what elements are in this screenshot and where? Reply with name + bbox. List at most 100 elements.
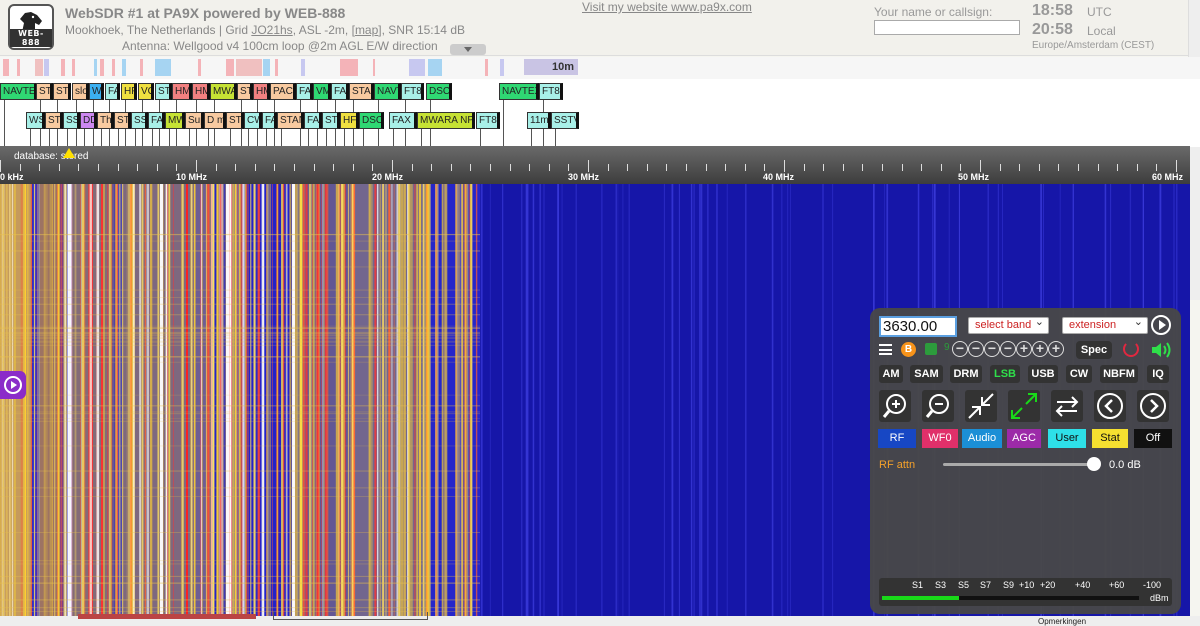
station-label[interactable]: DSC: [426, 83, 452, 100]
station-label[interactable]: STA: [53, 83, 71, 100]
band-bar[interactable]: [0, 57, 1200, 79]
station-label[interactable]: CW: [244, 112, 262, 129]
callsign-input[interactable]: [874, 20, 1020, 35]
band-segment[interactable]: [340, 59, 358, 76]
step-right-icon[interactable]: [1137, 390, 1169, 422]
station-label[interactable]: NAVT: [374, 83, 401, 100]
band-segment[interactable]: [17, 59, 20, 76]
side-play-button[interactable]: [0, 371, 26, 399]
mode-drm-button[interactable]: DRM: [950, 365, 982, 383]
band-segment[interactable]: [140, 59, 143, 76]
band-segment[interactable]: [44, 59, 49, 76]
zoom-minus-icon[interactable]: −: [968, 341, 984, 357]
station-label[interactable]: D m: [204, 112, 226, 129]
station-label[interactable]: HFD: [340, 112, 359, 129]
station-label[interactable]: Thi: [97, 112, 114, 129]
station-label[interactable]: FT8: [476, 112, 500, 129]
band-segment[interactable]: [263, 59, 270, 76]
frequency-input[interactable]: [879, 316, 957, 337]
band-segment[interactable]: [428, 59, 442, 76]
tab-user[interactable]: User: [1048, 429, 1086, 448]
band-segment[interactable]: [35, 59, 43, 76]
tab-off[interactable]: Off: [1134, 429, 1172, 448]
station-label[interactable]: FAX: [331, 83, 349, 100]
zoom-plus-icon[interactable]: +: [1016, 341, 1032, 357]
band-segment[interactable]: [485, 59, 488, 76]
spec-button[interactable]: Spec: [1076, 341, 1112, 359]
station-label[interactable]: HM: [253, 83, 270, 100]
zoom-minus-icon[interactable]: −: [984, 341, 1000, 357]
band-segment[interactable]: [94, 59, 97, 76]
external-link-icon[interactable]: [925, 343, 937, 355]
station-label[interactable]: SS: [63, 112, 80, 129]
zoom-max-in-icon[interactable]: [965, 390, 997, 422]
bitcoin-icon[interactable]: B: [901, 342, 916, 357]
band-segment[interactable]: [100, 59, 104, 76]
band-segment[interactable]: [155, 59, 171, 76]
tab-agc[interactable]: AGC: [1007, 429, 1041, 448]
station-label[interactable]: DSC: [359, 112, 384, 129]
tab-rf[interactable]: RF: [878, 429, 916, 448]
station-label[interactable]: NAVTEX: [499, 83, 539, 100]
band-segment[interactable]: [275, 59, 278, 76]
station-label[interactable]: VM: [313, 83, 331, 100]
station-label[interactable]: STA: [114, 112, 131, 129]
station-label[interactable]: WS: [26, 112, 45, 129]
station-label[interactable]: slo: [72, 83, 89, 100]
tuning-marker-icon[interactable]: [63, 148, 75, 158]
band-segment[interactable]: [112, 59, 115, 76]
step-left-icon[interactable]: [1094, 390, 1126, 422]
station-label[interactable]: FA: [262, 112, 277, 129]
mode-usb-button[interactable]: USB: [1028, 365, 1058, 383]
station-label[interactable]: FAX: [105, 83, 120, 100]
zoom-minus-icon[interactable]: −: [1000, 341, 1016, 357]
station-label[interactable]: STAN: [277, 112, 304, 129]
band-segment[interactable]: [409, 59, 425, 76]
zoom-out-icon[interactable]: [922, 390, 954, 422]
station-label[interactable]: Sup: [185, 112, 204, 129]
station-label[interactable]: FAX: [296, 83, 313, 100]
station-label[interactable]: FAX: [389, 112, 417, 129]
frequency-scale[interactable]: database: stored 0 kHz 10 MHz 20 MHz 30 MHz…: [0, 146, 1190, 184]
station-label[interactable]: STA: [155, 83, 172, 100]
station-label[interactable]: SSTV: [551, 112, 579, 129]
tab-audio[interactable]: Audio: [962, 429, 1002, 448]
band-segment[interactable]: [198, 59, 201, 76]
mode-iq-button[interactable]: IQ: [1147, 365, 1169, 383]
mode-cw-button[interactable]: CW: [1066, 365, 1092, 383]
station-label[interactable]: WW: [89, 83, 104, 100]
band-segment[interactable]: [122, 59, 126, 76]
station-label[interactable]: STA: [36, 83, 53, 100]
rf-attn-slider[interactable]: [943, 463, 1095, 466]
zoom-minus-icon[interactable]: −: [952, 341, 968, 357]
station-label[interactable]: FA: [148, 112, 165, 129]
station-label[interactable]: STA: [45, 112, 63, 129]
zoom-in-icon[interactable]: [879, 390, 911, 422]
mode-am-button[interactable]: AM: [879, 365, 903, 383]
station-label[interactable]: STAN: [349, 83, 374, 100]
station-label[interactable]: MWA: [210, 83, 237, 100]
band-segment[interactable]: [226, 59, 234, 76]
zoom-plus-icon[interactable]: +: [1032, 341, 1048, 357]
station-label[interactable]: VO: [138, 83, 154, 100]
swap-arrows-icon[interactable]: [1051, 390, 1083, 422]
band-segment[interactable]: [373, 59, 375, 76]
station-label[interactable]: FT8: [539, 83, 563, 100]
station-label[interactable]: STA: [226, 112, 244, 129]
band-segment[interactable]: [236, 59, 262, 76]
station-label[interactable]: HFD: [121, 83, 137, 100]
band-segment[interactable]: [301, 59, 305, 76]
station-label[interactable]: MWARA NP: [417, 112, 475, 129]
map-link[interactable]: map: [355, 23, 378, 37]
station-label[interactable]: PACS: [270, 83, 296, 100]
mode-lsb-button[interactable]: LSB: [990, 365, 1020, 383]
mode-nbfm-button[interactable]: NBFM: [1100, 365, 1138, 383]
station-label[interactable]: STA: [322, 112, 340, 129]
extension-select[interactable]: extension: [1062, 315, 1148, 334]
band-segment[interactable]: [61, 59, 65, 76]
station-label[interactable]: HM: [192, 83, 210, 100]
station-label[interactable]: 11m: [527, 112, 551, 129]
station-label[interactable]: STA: [237, 83, 253, 100]
menu-icon[interactable]: [879, 344, 892, 355]
play-circle-icon[interactable]: [1151, 315, 1171, 335]
